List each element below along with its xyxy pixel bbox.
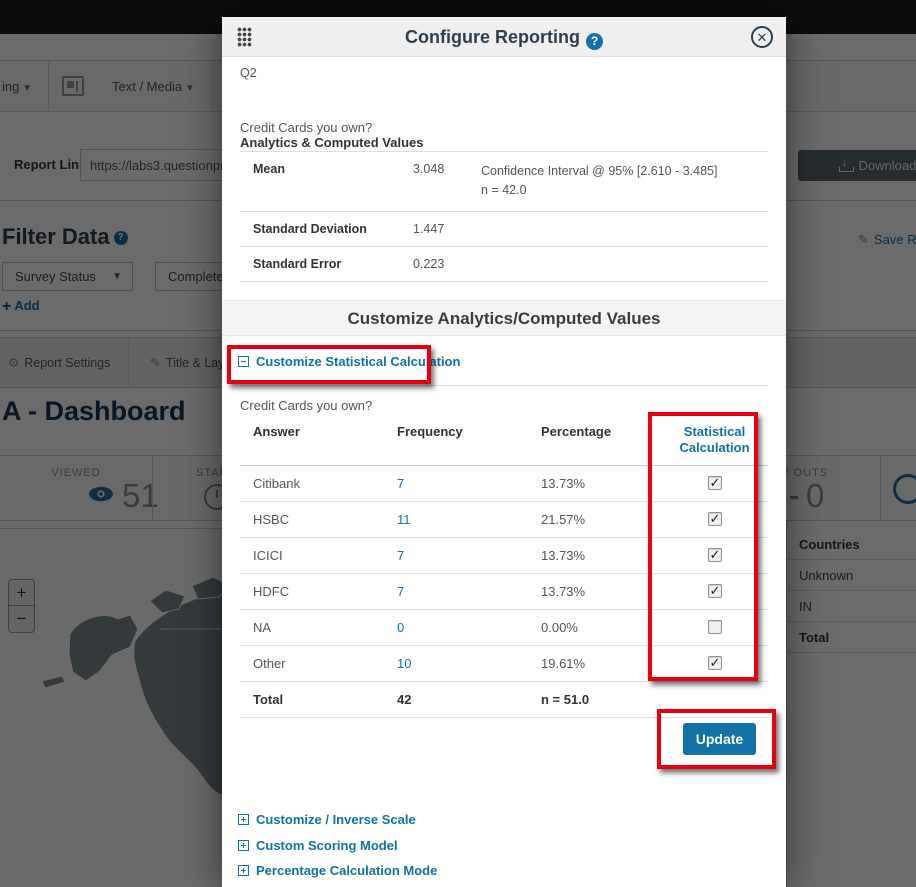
frequency-link[interactable]: 10 bbox=[397, 656, 541, 671]
question-text-repeat: Credit Cards you own? bbox=[240, 398, 372, 413]
expand-icon[interactable] bbox=[238, 840, 249, 851]
col-percentage: Percentage bbox=[541, 424, 661, 457]
question-text: Credit Cards you own? bbox=[240, 120, 372, 135]
analytics-row-mean: Mean 3.048 Confidence Interval @ 95% [2.… bbox=[240, 152, 768, 212]
modal-header: Configure Reporting? ✕ bbox=[222, 17, 786, 57]
question-code: Q2 bbox=[240, 66, 257, 80]
custom-scoring-model-link[interactable]: Custom Scoring Model bbox=[238, 838, 398, 853]
expand-icon[interactable] bbox=[238, 814, 249, 825]
col-frequency: Frequency bbox=[397, 424, 541, 457]
help-icon[interactable]: ? bbox=[586, 33, 603, 50]
modal-title: Configure Reporting? bbox=[222, 27, 786, 50]
annotation-box-checkbox-column bbox=[648, 412, 758, 681]
customize-inverse-scale-link[interactable]: Customize / Inverse Scale bbox=[238, 812, 416, 827]
confidence-interval: Confidence Interval @ 95% [2.610 - 3.485… bbox=[481, 162, 768, 181]
percentage-calculation-mode-link[interactable]: Percentage Calculation Mode bbox=[238, 863, 437, 878]
annotation-box-update-button bbox=[657, 709, 776, 769]
analytics-heading: Analytics & Computed Values bbox=[240, 135, 424, 150]
close-icon[interactable]: ✕ bbox=[751, 26, 773, 48]
frequency-link[interactable]: 0 bbox=[397, 620, 541, 635]
expand-icon[interactable] bbox=[238, 865, 249, 876]
screen: ing Text / Media Report Link https://lab… bbox=[0, 0, 916, 887]
analytics-row-stderr: Standard Error 0.223 bbox=[240, 247, 768, 282]
frequency-link[interactable]: 7 bbox=[397, 584, 541, 599]
frequency-link[interactable]: 11 bbox=[397, 512, 541, 527]
annotation-box-stat-calc-link bbox=[227, 345, 431, 384]
frequency-link[interactable]: 7 bbox=[397, 476, 541, 491]
analytics-row-stddev: Standard Deviation 1.447 bbox=[240, 212, 768, 247]
customize-section-heading: Customize Analytics/Computed Values bbox=[222, 300, 786, 336]
analytics-table: Mean 3.048 Confidence Interval @ 95% [2.… bbox=[240, 151, 768, 282]
sample-size: n = 42.0 bbox=[481, 181, 768, 200]
frequency-link[interactable]: 7 bbox=[397, 548, 541, 563]
col-answer: Answer bbox=[253, 424, 397, 457]
divider bbox=[240, 385, 768, 386]
